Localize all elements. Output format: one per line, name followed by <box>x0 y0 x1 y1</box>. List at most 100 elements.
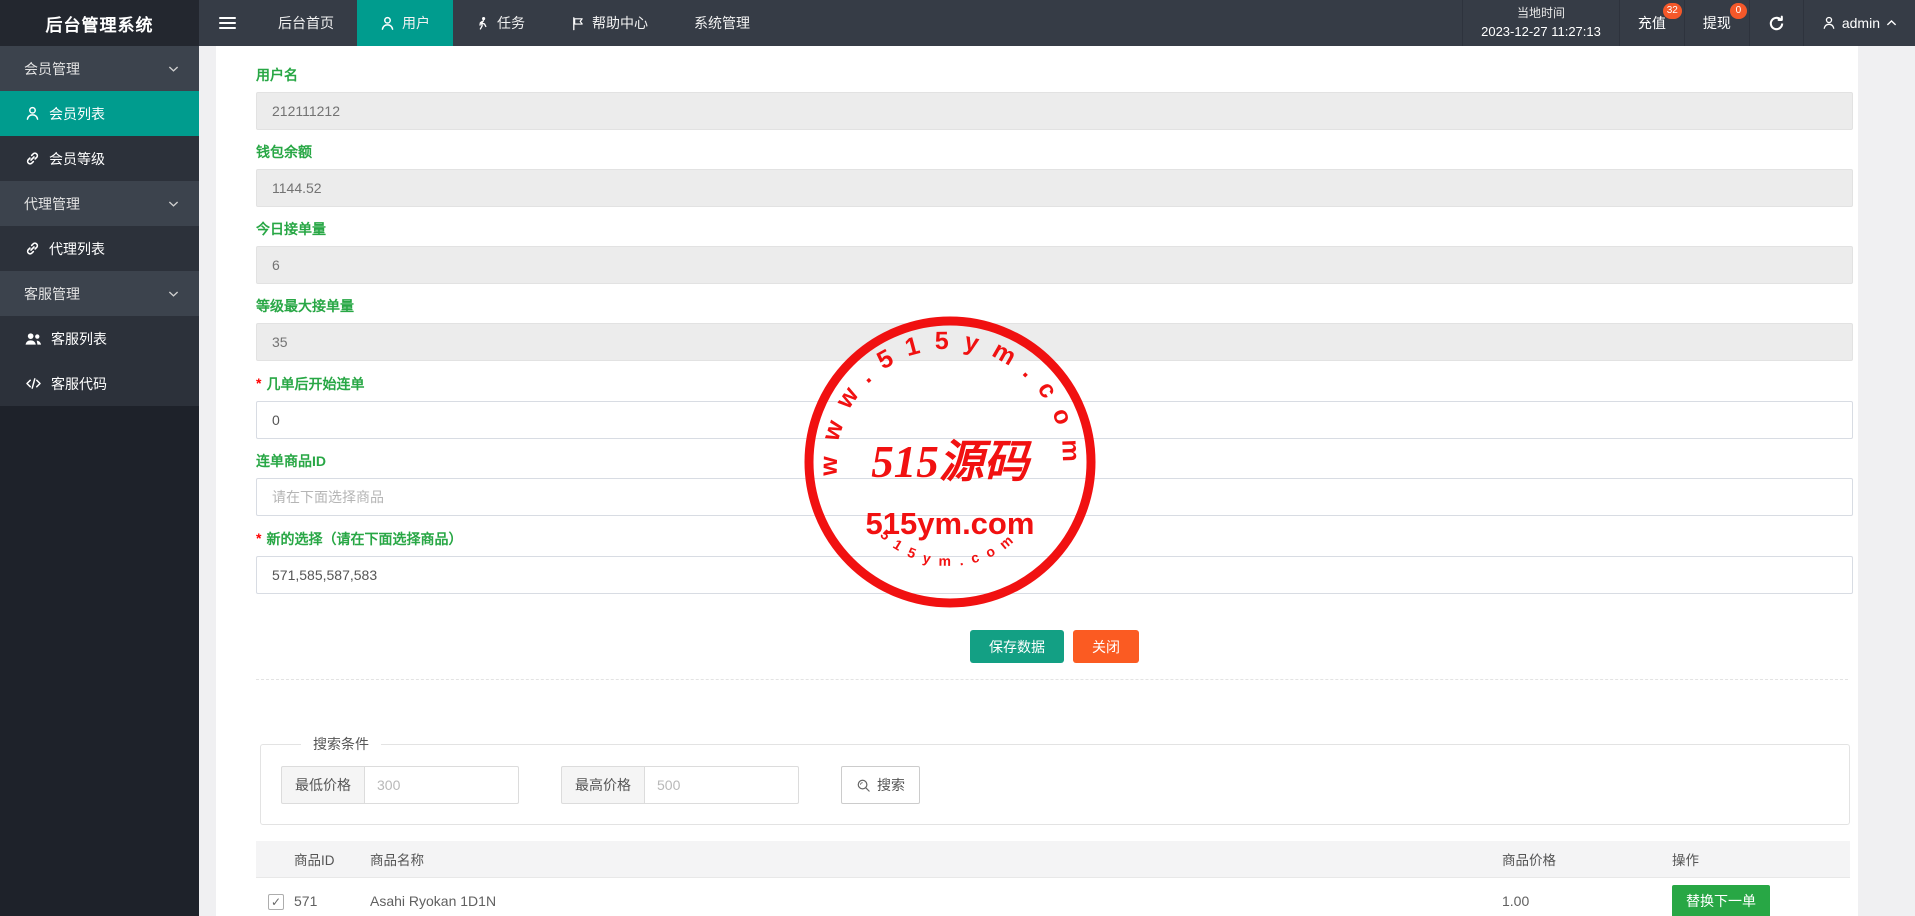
sidebar-item-member-list[interactable]: 会员列表 <box>0 91 199 136</box>
link-icon <box>25 241 40 256</box>
tab-label: 用户 <box>402 13 430 33</box>
search-button[interactable]: 搜索 <box>841 766 920 804</box>
local-time-value: 2023-12-27 11:27:13 <box>1481 22 1601 42</box>
required-mark: * <box>256 530 261 546</box>
tab-system[interactable]: 系统管理 <box>671 0 773 46</box>
chevron-down-icon <box>168 200 179 208</box>
local-time: 当地时间 2023-12-27 11:27:13 <box>1462 0 1619 46</box>
user-icon <box>380 16 395 31</box>
recharge-button[interactable]: 充值 32 <box>1619 0 1684 46</box>
search-icon <box>856 778 871 793</box>
field-label: 用户名 <box>256 66 1853 85</box>
column-header-price: 商品价格 <box>1502 841 1672 877</box>
tab-label: 系统管理 <box>694 13 750 33</box>
nav-spacer <box>773 0 1462 46</box>
username-field <box>256 92 1853 130</box>
local-time-label: 当地时间 <box>1517 4 1565 22</box>
chevron-up-icon <box>1886 19 1897 27</box>
new-selection-field[interactable] <box>256 556 1853 594</box>
search-button-label: 搜索 <box>877 775 905 795</box>
sidebar-item-service-list[interactable]: 客服列表 <box>0 316 199 361</box>
field-label: 钱包余额 <box>256 143 1853 162</box>
field-label-text: 几单后开始连单 <box>266 376 364 392</box>
field-max-orders: 等级最大接单量 <box>256 297 1853 361</box>
field-label: 等级最大接单量 <box>256 297 1853 316</box>
check-icon: ✓ <box>271 895 281 909</box>
column-header-name: 商品名称 <box>370 841 1502 877</box>
products-table: 商品ID 商品名称 商品价格 操作 ✓ 571 Asahi Ryokan 1D1… <box>256 841 1850 916</box>
column-header-action: 操作 <box>1672 841 1850 877</box>
min-price-label: 最低价格 <box>281 766 364 804</box>
tab-label: 后台首页 <box>278 13 334 33</box>
recharge-label: 充值 <box>1638 13 1666 33</box>
table-header-row: 商品ID 商品名称 商品价格 操作 <box>256 841 1850 877</box>
recharge-badge: 32 <box>1663 3 1682 19</box>
tab-tasks[interactable]: 任务 <box>453 0 548 46</box>
search-row: 最低价格 最高价格 搜索 <box>281 766 1829 804</box>
link-icon <box>25 151 40 166</box>
max-price-group: 最高价格 <box>561 766 799 804</box>
replace-next-order-button[interactable]: 替换下一单 <box>1672 885 1770 916</box>
sidebar-item-service-code[interactable]: 客服代码 <box>0 361 199 406</box>
app-title: 后台管理系统 <box>0 0 199 46</box>
chevron-down-icon <box>168 290 179 298</box>
sidebar-group-member-management[interactable]: 会员管理 <box>0 46 199 91</box>
field-username: 用户名 <box>256 66 1853 130</box>
sidebar: 会员管理 会员列表 会员等级 代理管理 代理列表 客服管理 客服列表 <box>0 46 199 916</box>
column-header-id: 商品ID <box>294 841 370 877</box>
user-menu[interactable]: admin <box>1803 0 1915 46</box>
today-orders-field <box>256 246 1853 284</box>
item-label: 客服代码 <box>51 374 107 394</box>
field-combo-start: * 几单后开始连单 <box>256 374 1853 439</box>
field-label: 今日接单量 <box>256 220 1853 239</box>
sidebar-item-agent-list[interactable]: 代理列表 <box>0 226 199 271</box>
sidebar-item-member-level[interactable]: 会员等级 <box>0 136 199 181</box>
required-mark: * <box>256 375 261 391</box>
refresh-icon <box>1768 15 1785 32</box>
min-price-group: 最低价格 <box>281 766 519 804</box>
save-button[interactable]: 保存数据 <box>970 630 1064 663</box>
refresh-button[interactable] <box>1749 0 1803 46</box>
max-price-label: 最高价格 <box>561 766 644 804</box>
field-label-text: 新的选择（请在下面选择商品） <box>266 531 462 547</box>
field-label: * 新的选择（请在下面选择商品） <box>256 529 1853 549</box>
field-wallet-balance: 钱包余额 <box>256 143 1853 207</box>
users-icon <box>25 332 42 346</box>
group-label: 会员管理 <box>24 59 80 79</box>
wallet-balance-field <box>256 169 1853 207</box>
cell-product-name: Asahi Ryokan 1D1N <box>370 877 1502 916</box>
section-divider <box>256 679 1848 680</box>
field-today-orders: 今日接单量 <box>256 220 1853 284</box>
combo-product-id-field[interactable] <box>256 478 1853 516</box>
cell-product-price: 1.00 <box>1502 877 1672 916</box>
username: admin <box>1842 15 1880 31</box>
item-label: 客服列表 <box>51 329 107 349</box>
row-checkbox-checked[interactable]: ✓ <box>268 894 284 910</box>
sidebar-group-service-management[interactable]: 客服管理 <box>0 271 199 316</box>
withdraw-button[interactable]: 提现 0 <box>1684 0 1749 46</box>
close-button[interactable]: 关闭 <box>1073 630 1139 663</box>
tab-help-center[interactable]: 帮助中心 <box>548 0 671 46</box>
min-price-input[interactable] <box>364 766 519 804</box>
withdraw-badge: 0 <box>1730 3 1747 19</box>
user-icon <box>1822 16 1836 30</box>
main-nav: 后台首页 用户 任务 帮助中心 系统管理 <box>255 0 773 46</box>
main-content: 用户名 钱包余额 今日接单量 等级最大接单量 *几单后开始连单 连单商品ID *… <box>199 46 1915 916</box>
combo-start-field[interactable] <box>256 401 1853 439</box>
chevron-down-icon <box>168 65 179 73</box>
search-panel: 搜索条件 最低价格 最高价格 搜索 <box>260 734 1850 825</box>
field-label: * 几单后开始连单 <box>256 374 1853 394</box>
max-price-input[interactable] <box>644 766 799 804</box>
group-label: 客服管理 <box>24 284 80 304</box>
sidebar-toggle-button[interactable] <box>199 0 255 46</box>
sidebar-group-agent-management[interactable]: 代理管理 <box>0 181 199 226</box>
tab-users[interactable]: 用户 <box>357 0 453 46</box>
tab-home[interactable]: 后台首页 <box>255 0 357 46</box>
nav-right: 当地时间 2023-12-27 11:27:13 充值 32 提现 0 admi… <box>1462 0 1915 46</box>
max-orders-field <box>256 323 1853 361</box>
flag-icon <box>571 16 585 31</box>
top-navbar: 后台管理系统 后台首页 用户 任务 帮助中心 系统管理 <box>0 0 1915 46</box>
page: { "app": { "title": "后台管理系统" }, "navbar"… <box>0 0 1915 916</box>
item-label: 会员列表 <box>49 104 105 124</box>
hamburger-icon <box>219 14 236 32</box>
